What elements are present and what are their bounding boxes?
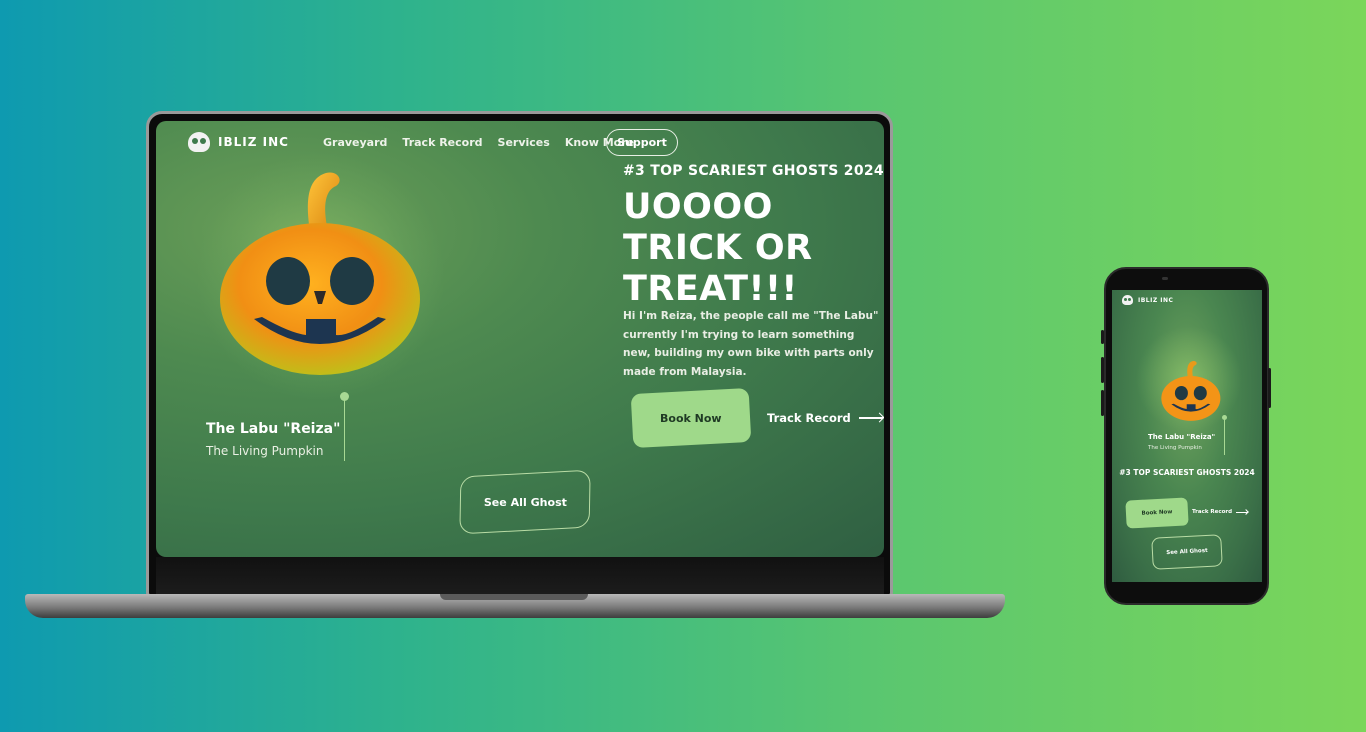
mobile-track-record-link[interactable]: Track Record — [1192, 509, 1249, 515]
laptop-screen: IBLIZ INC Graveyard Track Record Service… — [156, 121, 884, 557]
see-all-ghost-button[interactable]: See All Ghost — [459, 469, 591, 535]
pumpkin-icon — [1161, 361, 1221, 421]
phone-side-button — [1101, 330, 1104, 344]
laptop-notch — [440, 594, 588, 600]
phone-side-button — [1101, 390, 1104, 416]
book-now-button[interactable]: Book Now — [630, 387, 752, 449]
pumpkin-icon — [220, 172, 420, 375]
character-name: The Labu "Reiza" — [206, 421, 341, 437]
support-button[interactable]: Support — [606, 129, 678, 156]
nav-link-services[interactable]: Services — [498, 136, 550, 149]
mobile-brand-name: IBLIZ INC — [1138, 296, 1174, 304]
mobile-brand-logo[interactable]: IBLIZ INC — [1122, 295, 1173, 305]
mobile-character-name: The Labu "Reiza" — [1148, 433, 1216, 441]
see-all-label: See All Ghost — [483, 495, 567, 509]
hero-tagline: #3 TOP SCARIEST GHOSTS 2024 — [623, 163, 884, 179]
nav-links: Graveyard Track Record Services Know Mor… — [323, 136, 634, 149]
nav-link-graveyard[interactable]: Graveyard — [323, 136, 387, 149]
track-record-link[interactable]: Track Record — [767, 411, 883, 425]
headline-line-2: TRICK OR — [623, 228, 813, 268]
arrow-right-icon — [1236, 511, 1249, 513]
headline-line-1: UOOOO — [623, 187, 773, 227]
laptop-keyboard-shade — [156, 557, 884, 594]
skull-icon — [188, 132, 210, 152]
phone-camera — [1162, 277, 1168, 280]
arrow-right-icon — [858, 417, 883, 419]
mobile-character-subtitle: The Living Pumpkin — [1148, 445, 1202, 451]
hero-headline: UOOOO TRICK OR TREAT!!! — [623, 187, 813, 310]
pin-line — [344, 397, 345, 461]
phone-side-button — [1101, 357, 1104, 383]
hero-bio: Hi I'm Reiza, the people call me "The La… — [623, 310, 879, 378]
mobile-book-now-button[interactable]: Book Now — [1125, 497, 1189, 529]
mobile-track-record-label: Track Record — [1192, 509, 1233, 515]
track-record-label: Track Record — [767, 411, 851, 425]
mobile-pin-line — [1224, 417, 1225, 455]
headline-line-3: TREAT!!! — [623, 269, 798, 309]
brand-name: IBLIZ INC — [218, 135, 289, 149]
mobile-see-all-ghost-button[interactable]: See All Ghost — [1151, 534, 1223, 570]
phone-screen: IBLIZ INC The Labu "Reiza" The Living Pu… — [1112, 290, 1262, 582]
brand-logo[interactable]: IBLIZ INC — [188, 132, 289, 152]
book-now-label: Book Now — [660, 411, 722, 425]
nav-link-track-record[interactable]: Track Record — [402, 136, 482, 149]
mobile-hero-tagline: #3 TOP SCARIEST GHOSTS 2024 — [1119, 468, 1255, 477]
skull-icon — [1122, 295, 1133, 305]
phone-power-button — [1268, 368, 1271, 408]
character-subtitle: The Living Pumpkin — [206, 444, 324, 458]
